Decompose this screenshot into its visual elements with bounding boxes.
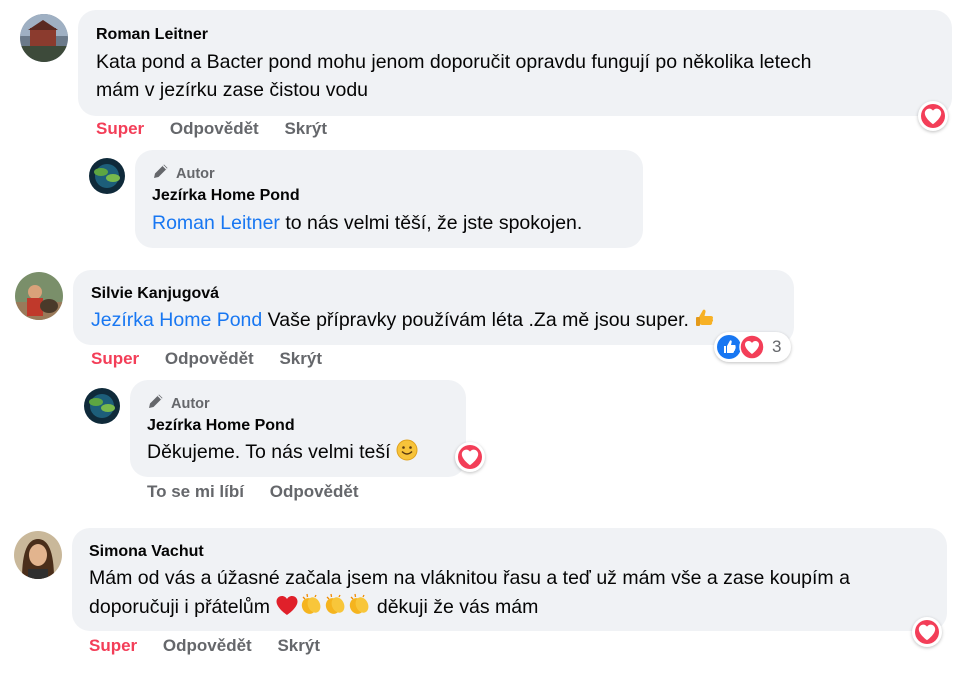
- mention-link[interactable]: Roman Leitner: [152, 212, 280, 234]
- thumbs-up-icon: [696, 309, 714, 326]
- clapping-hands-icon: [350, 593, 369, 614]
- comment-text-line: Mám od vás a úžasné začala jsem na vlákn…: [89, 567, 850, 589]
- comment-text-line: doporučuji i přátelům děkuji že vás mám: [89, 592, 538, 621]
- mention-link[interactable]: Jezírka Home Pond: [91, 309, 262, 331]
- comment-actions: Super Odpovědět Skrýt: [91, 349, 343, 369]
- comment-author[interactable]: Simona Vachut: [89, 542, 204, 562]
- comment-text-line: Kata pond a Bacter pond mohu jenom dopor…: [96, 51, 812, 73]
- comment-text-line: mám v jezírku zase čistou vodu: [96, 79, 369, 101]
- reply-button[interactable]: Odpovědět: [165, 349, 254, 368]
- reaction-count: 3: [772, 337, 782, 356]
- reply-actions: To se mi líbí Odpovědět: [147, 482, 380, 502]
- author-badge: Autor: [152, 162, 215, 183]
- reply-button[interactable]: Odpovědět: [163, 636, 252, 655]
- comment-author[interactable]: Roman Leitner: [96, 25, 208, 45]
- clapping-hands-icon: [302, 593, 321, 614]
- reply-text-body: Děkujeme. To nás velmi teší: [147, 441, 391, 463]
- reply-text: Děkujeme. To nás velmi teší: [147, 438, 418, 466]
- reply-author[interactable]: Jezírka Home Pond: [147, 416, 295, 436]
- author-badge: Autor: [147, 392, 210, 413]
- avatar[interactable]: [20, 14, 68, 62]
- comment-text-body: doporučuji i přátelům: [89, 596, 271, 618]
- avatar[interactable]: [89, 158, 125, 194]
- heart-icon[interactable]: [912, 617, 942, 647]
- red-heart-icon: [276, 596, 298, 615]
- comment-text-body: Vaše přípravky používám léta .Za mě jsou…: [262, 309, 689, 331]
- super-reaction-button[interactable]: Super: [89, 636, 137, 655]
- heart-icon[interactable]: [455, 442, 485, 472]
- hide-button[interactable]: Skrýt: [279, 349, 322, 368]
- like-button[interactable]: To se mi líbí: [147, 482, 244, 501]
- smiley-icon: [396, 439, 418, 461]
- comment-text: Jezírka Home Pond Vaše přípravky používá…: [91, 306, 716, 334]
- heart-icon: [739, 334, 765, 360]
- avatar[interactable]: [14, 531, 62, 579]
- author-badge-label: Autor: [176, 166, 215, 182]
- author-badge-label: Autor: [171, 396, 210, 412]
- pencil-icon: [149, 394, 163, 408]
- comment-actions: Super Odpovědět Skrýt: [96, 119, 348, 139]
- comment-actions: Super Odpovědět Skrýt: [89, 636, 341, 656]
- super-reaction-button[interactable]: Super: [96, 119, 144, 138]
- comment-author[interactable]: Silvie Kanjugová: [91, 284, 219, 304]
- heart-icon[interactable]: [918, 101, 948, 131]
- pencil-icon: [154, 164, 168, 178]
- super-reaction-button[interactable]: Super: [91, 349, 139, 368]
- avatar[interactable]: [15, 272, 63, 320]
- hide-button[interactable]: Skrýt: [284, 119, 327, 138]
- reaction-summary[interactable]: 3: [714, 332, 791, 362]
- reply-author[interactable]: Jezírka Home Pond: [152, 186, 300, 206]
- reply-button[interactable]: Odpovědět: [170, 119, 259, 138]
- avatar[interactable]: [84, 388, 120, 424]
- clapping-hands-icon: [326, 593, 345, 614]
- reply-button[interactable]: Odpovědět: [270, 482, 359, 501]
- hide-button[interactable]: Skrýt: [277, 636, 320, 655]
- comment-text-body: děkuji že vás mám: [371, 596, 539, 618]
- reply-text: Roman Leitner to nás velmi těší, že jste…: [152, 209, 582, 237]
- reply-text-body: to nás velmi těší, že jste spokojen.: [279, 212, 583, 234]
